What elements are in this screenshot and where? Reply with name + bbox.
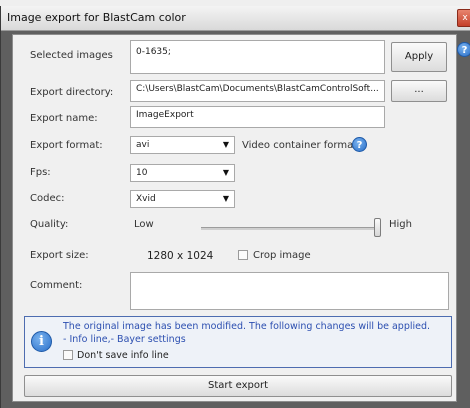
quality-low-label: Low (134, 219, 154, 230)
export-size-label: Export size: (30, 250, 89, 261)
export-name-input[interactable]: ImageExport (130, 106, 385, 128)
window-title: Image export for BlastCam color (7, 11, 186, 24)
fps-label: Fps: (30, 167, 51, 178)
apply-button[interactable]: Apply (391, 42, 447, 72)
export-format-select[interactable]: avi ▼ (130, 136, 235, 154)
codec-label: Codec: (30, 193, 65, 204)
close-icon[interactable]: x (457, 9, 470, 27)
export-size-value: 1280 x 1024 (147, 250, 214, 262)
info-message-line2: - Info line,- Bayer settings (63, 334, 186, 345)
info-box: i The original image has been modified. … (24, 316, 452, 368)
export-format-label: Export format: (30, 140, 103, 151)
export-name-label: Export name: (30, 113, 98, 124)
start-export-button[interactable]: Start export (24, 375, 452, 397)
comment-input[interactable] (130, 272, 449, 310)
codec-value: Xvid (136, 194, 156, 204)
chevron-down-icon: ▼ (222, 194, 229, 203)
export-directory-input[interactable]: C:\Users\BlastCam\Documents\BlastCamCont… (130, 80, 385, 102)
quality-label: Quality: (30, 219, 69, 230)
help-icon[interactable]: ? (457, 42, 470, 57)
selected-images-label: Selected images (30, 50, 113, 61)
quality-high-label: High (389, 219, 412, 230)
export-directory-label: Export directory: (30, 87, 114, 98)
codec-select[interactable]: Xvid ▼ (130, 190, 235, 208)
help-icon[interactable]: ? (352, 137, 367, 152)
selected-images-input[interactable]: 0-1635; (130, 40, 385, 74)
quality-slider-thumb[interactable] (374, 218, 381, 237)
dont-save-info-line-label: Don't save info line (77, 350, 169, 361)
browse-directory-button[interactable]: ... (391, 80, 447, 102)
export-format-value: avi (136, 140, 150, 150)
title-bar: Image export for BlastCam color x (1, 6, 470, 31)
fps-select[interactable]: 10 ▼ (130, 164, 235, 182)
chevron-down-icon: ▼ (222, 140, 229, 149)
info-message-line1: The original image has been modified. Th… (63, 321, 431, 332)
fps-value: 10 (136, 168, 148, 178)
quality-slider-track[interactable] (201, 227, 381, 230)
crop-image-label: Crop image (253, 250, 311, 261)
dont-save-info-line-checkbox[interactable] (63, 350, 73, 360)
info-icon: i (31, 331, 52, 352)
chevron-down-icon: ▼ (222, 168, 229, 177)
crop-image-checkbox[interactable] (238, 250, 248, 260)
export-format-hint: Video container format (242, 140, 358, 151)
comment-label: Comment: (30, 280, 83, 291)
